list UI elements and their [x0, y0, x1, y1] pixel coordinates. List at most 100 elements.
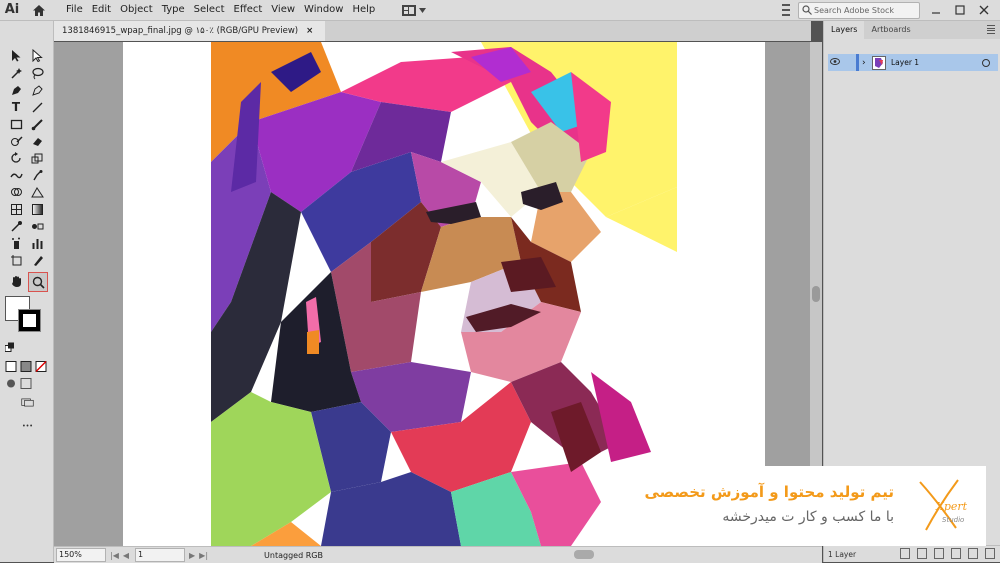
new-sublayer-icon[interactable]	[951, 548, 961, 559]
fill-stroke-swatches[interactable]	[5, 296, 43, 334]
document-tab[interactable]: 1381846915_wpap_final.jpg @ ۱۵۰٪ (RGB/GP…	[54, 21, 326, 41]
menu-select[interactable]: Select	[194, 0, 232, 20]
draw-behind-icon[interactable]	[20, 377, 32, 389]
none-mode-icon[interactable]	[35, 360, 47, 372]
layer-target-icon[interactable]	[982, 58, 990, 67]
gradient-mode-icon[interactable]	[20, 360, 32, 372]
xpert-studio-logo: Xpert Studio	[919, 479, 968, 531]
prev-artboard-icon[interactable]: ◀	[123, 551, 129, 560]
zoom-field[interactable]: 150%	[56, 548, 106, 562]
search-icon	[802, 5, 812, 15]
artboard-tool-icon[interactable]	[8, 252, 24, 268]
screen-mode-icon[interactable]	[18, 396, 36, 408]
column-graph-tool-icon[interactable]	[29, 235, 45, 251]
eraser-tool-icon[interactable]	[29, 133, 45, 149]
tools-panel: T	[0, 21, 54, 562]
hand-tool-icon[interactable]	[8, 273, 24, 289]
chevron-right-icon[interactable]: ›	[862, 58, 872, 68]
color-mode-icon[interactable]	[5, 360, 17, 372]
pen-tool-icon[interactable]	[8, 82, 24, 98]
zoom-icon[interactable]	[28, 272, 48, 292]
eye-icon[interactable]	[828, 58, 842, 67]
menu-type[interactable]: Type	[162, 0, 192, 20]
stroke-swatch[interactable]	[18, 309, 41, 332]
menu-edit[interactable]: Edit	[92, 0, 118, 20]
first-artboard-icon[interactable]: |◀	[110, 551, 119, 560]
slice-tool-icon[interactable]	[29, 252, 45, 268]
lasso-tool-icon[interactable]	[29, 65, 45, 81]
watermark-title: تیم تولید محتوا و آموزش تخصصی	[644, 483, 894, 501]
tab-close-icon[interactable]: ×	[306, 21, 313, 41]
main-menu: File Edit Object Type Select Effect View…	[66, 0, 384, 20]
eyedropper-tool-icon[interactable]	[8, 218, 24, 234]
rectangle-tool-icon[interactable]	[8, 116, 24, 132]
delete-icon[interactable]	[985, 548, 995, 559]
tab-artboards[interactable]: Artboards	[864, 21, 917, 39]
menu-effect[interactable]: Effect	[234, 0, 270, 20]
artboard-number: 1	[138, 550, 144, 559]
mesh-tool-icon[interactable]	[8, 201, 24, 217]
locate-object-icon[interactable]	[917, 548, 927, 559]
artboard-number-field[interactable]: 1	[135, 548, 186, 562]
selection-tool-icon[interactable]	[8, 47, 24, 63]
status-text: Untagged RGB	[264, 550, 323, 560]
layer-count: 1 Layer	[828, 549, 857, 559]
layer-color-bar	[856, 54, 859, 71]
direct-selection-tool-icon[interactable]	[29, 47, 45, 63]
blend-tool-icon[interactable]	[29, 218, 45, 234]
menu-file[interactable]: File	[66, 0, 90, 20]
search-input[interactable]: Search Adobe Stock	[798, 1, 920, 19]
layer-thumbnail	[872, 55, 886, 70]
watermark-banner: تیم تولید محتوا و آموزش تخصصی با ما کسب …	[624, 466, 986, 546]
shaper-tool-icon[interactable]	[8, 133, 24, 149]
panel-footer: 1 Layer	[824, 545, 1000, 562]
magic-wand-tool-icon[interactable]	[8, 65, 24, 81]
panel-menu-icon[interactable]	[987, 25, 995, 34]
rotate-tool-icon[interactable]	[8, 150, 24, 166]
arrange-icon[interactable]	[782, 3, 790, 17]
menu-bar: Ai File Edit Object Type Select Effect V…	[0, 0, 1000, 21]
menu-window[interactable]: Window	[304, 0, 350, 20]
document-title: 1381846915_wpap_final.jpg @ ۱۵۰٪ (RGB/GP…	[62, 26, 299, 36]
menu-object[interactable]: Object	[120, 0, 160, 20]
layer-name: Layer 1	[891, 58, 920, 67]
svg-text:Xpert: Xpert	[935, 500, 968, 513]
draw-mode-icon[interactable]	[5, 377, 17, 389]
search-placeholder: Search Adobe Stock	[814, 5, 895, 15]
minimize-icon[interactable]	[928, 3, 944, 17]
status-bar: 150% |◀ ◀ 1 ▶ ▶| Untagged RGB	[54, 546, 822, 563]
scale-tool-icon[interactable]	[29, 150, 45, 166]
close-icon[interactable]	[976, 3, 992, 17]
zoom-value: 150%	[59, 550, 82, 559]
default-colors-icon[interactable]	[5, 342, 15, 352]
perspective-grid-tool-icon[interactable]	[29, 184, 45, 200]
line-tool-icon[interactable]	[29, 99, 45, 115]
type-tool-icon[interactable]: T	[8, 99, 24, 115]
next-artboard-icon[interactable]: ▶	[189, 551, 195, 560]
horizontal-scroll-thumb[interactable]	[574, 550, 594, 559]
menu-help[interactable]: Help	[352, 0, 382, 20]
tab-layers[interactable]: Layers	[824, 21, 865, 39]
home-icon[interactable]	[30, 1, 48, 19]
export-icon[interactable]	[900, 548, 910, 559]
layer-row[interactable]: › Layer 1	[828, 54, 998, 71]
scroll-thumb[interactable]	[812, 286, 820, 302]
warp-tool-icon[interactable]	[8, 167, 24, 183]
svg-text:Studio: Studio	[942, 516, 964, 524]
workspace-icon[interactable]	[402, 2, 430, 18]
app-logo: Ai	[4, 2, 20, 17]
document-tab-bar: 1381846915_wpap_final.jpg @ ۱۵۰٪ (RGB/GP…	[54, 21, 811, 41]
menu-view[interactable]: View	[271, 0, 302, 20]
new-layer-icon[interactable]	[968, 548, 978, 559]
shape-builder-tool-icon[interactable]	[8, 184, 24, 200]
gradient-tool-icon[interactable]	[29, 201, 45, 217]
maximize-icon[interactable]	[952, 3, 968, 17]
last-artboard-icon[interactable]: ▶|	[199, 551, 208, 560]
paintbrush-tool-icon[interactable]	[29, 116, 45, 132]
puppet-warp-tool-icon[interactable]	[29, 167, 45, 183]
more-tools-icon[interactable]	[18, 420, 36, 430]
symbol-sprayer-tool-icon[interactable]	[8, 235, 24, 251]
curvature-tool-icon[interactable]	[29, 82, 45, 98]
clipping-mask-icon[interactable]	[934, 548, 944, 559]
wpap-portrait-image[interactable]	[211, 42, 677, 546]
